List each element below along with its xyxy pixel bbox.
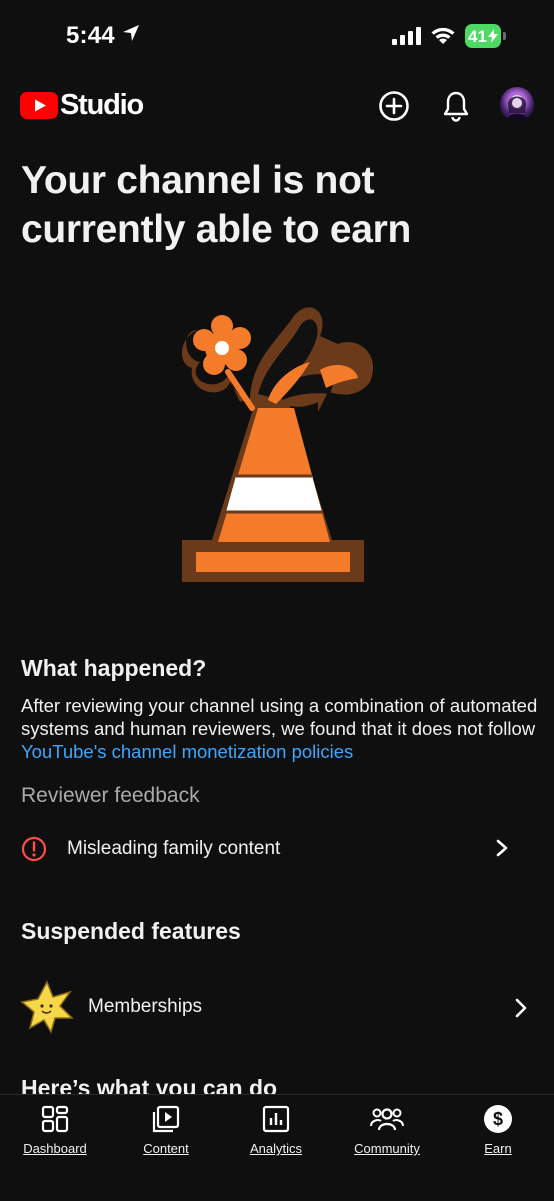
what-happened-heading: What happened? [21,655,207,681]
monetization-policies-link[interactable]: YouTube's channel monetization policies [21,741,353,762]
suspended-item-label: Memberships [88,996,203,1017]
app-header: Studio [0,76,554,136]
create-icon [379,91,409,121]
nav-dashboard[interactable]: Dashboard [5,1103,105,1156]
status-time: 5:44 [66,22,115,49]
what-happened-text: After reviewing your channel using a com… [21,695,538,762]
star-mascot-icon [20,980,74,1039]
bottom-navigation: Dashboard Content Analytics Community $ … [0,1094,554,1201]
nav-label: Content [143,1141,189,1156]
avatar[interactable] [500,87,534,121]
nav-analytics[interactable]: Analytics [226,1103,326,1156]
notifications-button[interactable] [438,88,474,124]
chevron-right-icon [492,838,512,863]
studio-logo-text[interactable]: Studio [60,89,144,122]
reviewer-feedback-heading: Reviewer feedback [21,784,200,807]
feedback-item-misleading[interactable]: Misleading family content [0,830,554,868]
youtube-logo-icon[interactable] [20,92,58,124]
nav-label: Analytics [249,1141,303,1156]
nav-label: Community [354,1141,420,1156]
battery-nub [503,32,506,40]
nav-earn[interactable]: $ Earn [448,1103,548,1156]
flower-shape [193,315,255,411]
create-button[interactable] [376,88,412,124]
battery-icon: 41 [465,24,501,48]
feedback-item-label: Misleading family content [67,838,281,859]
wifi-icon [430,25,456,50]
nav-community[interactable]: Community [337,1103,437,1156]
alert-icon [21,836,47,867]
suspended-features-heading: Suspended features [21,918,241,944]
status-bar: 5:44 41 [0,0,554,72]
signal-icon [392,27,422,50]
nav-label: Earn [484,1141,512,1156]
analytics-icon [226,1103,326,1135]
location-arrow-icon [122,24,140,47]
suspended-item-memberships[interactable]: Memberships [0,980,554,1034]
battery-level: 41 [468,27,487,46]
chevron-right-icon [511,997,531,1024]
nav-content[interactable]: Content [116,1103,216,1156]
nav-label: Dashboard [23,1141,87,1156]
community-icon [337,1103,437,1135]
svg-text:$: $ [493,1109,503,1129]
bell-icon [443,91,469,122]
content-icon [116,1103,216,1135]
earn-icon: $ [448,1103,548,1135]
dashboard-icon [5,1103,105,1135]
page-title: Your channel is not currently able to ea… [21,159,412,251]
traffic-cone-illustration [170,290,380,595]
